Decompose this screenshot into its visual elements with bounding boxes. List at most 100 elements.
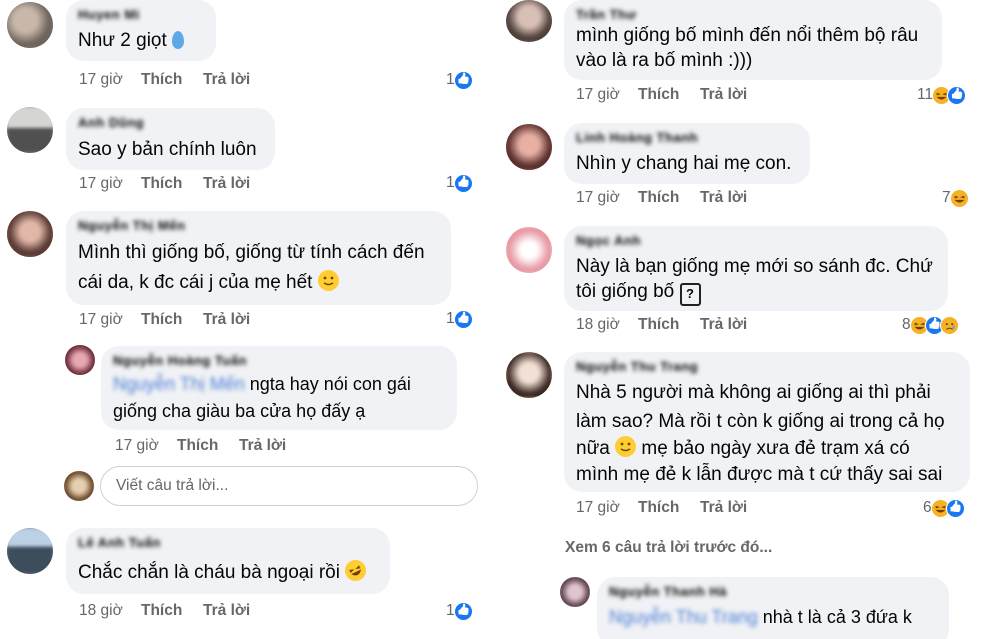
reply-time[interactable]: 17 giờ [115, 437, 177, 455]
reaction-summary[interactable]: 1 [446, 69, 473, 91]
reply-button[interactable]: Trả lời [203, 71, 250, 89]
comment-actions: 17 giờ Thích Trả lời [576, 86, 747, 104]
like-reaction-icon [453, 173, 473, 193]
mention-link[interactable]: Nguyễn Thu Trang [609, 607, 758, 627]
comment-text: Như 2 giọt [78, 30, 167, 51]
comment-actions: 17 giờ Thích Trả lời [576, 189, 747, 207]
rofl-emoji-icon [341, 556, 370, 585]
like-button[interactable]: Thích [141, 71, 203, 89]
reply-button[interactable]: Trả lời [239, 437, 286, 455]
like-button[interactable]: Thích [638, 316, 700, 334]
like-button[interactable]: Thích [141, 602, 203, 620]
comment-author[interactable]: Nguyễn Thị Mến [78, 218, 185, 233]
reaction-summary[interactable]: 6 [923, 497, 965, 519]
comment-bubble: Huyen Mi Như 2 giọt [66, 0, 216, 61]
reply-button[interactable]: Trả lời [203, 602, 250, 620]
avatar[interactable] [506, 227, 552, 273]
view-previous-replies-link[interactable]: Xem 6 câu trả lời trước đó... [565, 539, 772, 557]
comment-text-line: mẹ bảo ngày xưa đẻ trạm xá có [636, 438, 910, 459]
comment-time[interactable]: 17 giờ [576, 86, 638, 104]
comment-text: Chắc chắn là cháu bà ngoại rồi [78, 562, 340, 583]
comment-text: Sao y bản chính luôn [78, 139, 257, 160]
comment-author[interactable]: Linh Hoàng Thanh [576, 130, 698, 145]
comment-author[interactable]: Anh Dũng [78, 115, 144, 130]
comment-text-line: Mình thì giống bố, giống từ tính cách đế… [78, 242, 425, 263]
avatar[interactable] [7, 107, 53, 153]
sad-reaction-icon [939, 315, 959, 335]
avatar[interactable] [506, 0, 552, 42]
reply-author[interactable]: Nguyễn Hoàng Tuấn [113, 353, 247, 368]
like-reaction-icon [453, 70, 473, 90]
comment-time[interactable]: 18 giờ [79, 602, 141, 620]
comment-actions: 17 giờ Thích Trả lời [79, 71, 250, 89]
comment-time[interactable]: 17 giờ [576, 189, 638, 207]
reply-input[interactable]: Viết câu trả lời... [100, 466, 478, 506]
comment-actions: 17 giờ Thích Trả lời [576, 499, 747, 517]
reply-button[interactable]: Trả lời [203, 311, 250, 329]
reaction-summary[interactable]: 11 [917, 84, 967, 106]
like-button[interactable]: Thích [177, 437, 239, 455]
reaction-summary[interactable]: 7 [942, 187, 969, 209]
comment-actions: 17 giờ Thích Trả lời [79, 311, 250, 329]
reaction-summary[interactable]: 1 [446, 600, 473, 622]
unsupported-emoji-icon: ? [679, 283, 701, 306]
comment-actions: 17 giờ Thích Trả lời [79, 175, 250, 193]
avatar[interactable] [506, 124, 552, 170]
comment-bubble: Ngọc Anh Này là bạn giống mẹ mới so sánh… [564, 226, 948, 311]
comment-author[interactable]: Huyen Mi [78, 7, 140, 22]
comment-author[interactable]: Lê Anh Tuấn [78, 535, 161, 550]
reaction-summary[interactable]: 8 [902, 314, 959, 336]
avatar[interactable] [506, 352, 552, 398]
reply-author[interactable]: Nguyễn Thanh Hà [609, 584, 727, 599]
reply-button[interactable]: Trả lời [700, 499, 747, 517]
like-reaction-icon [947, 85, 967, 105]
droplet-emoji-icon [172, 31, 185, 49]
comment-text-line: làm sao? Mà rồi t còn k giống ai trong c… [576, 411, 945, 432]
reaction-summary[interactable]: 1 [446, 308, 473, 330]
avatar[interactable] [7, 528, 53, 574]
comment-author[interactable]: Ngọc Anh [576, 233, 641, 248]
reply-button[interactable]: Trả lời [203, 175, 250, 193]
mention-link[interactable]: Nguyễn Thị Mến [113, 374, 245, 394]
reply-text: nhà t là cả 3 đứa k [757, 607, 912, 627]
reaction-summary[interactable]: 1 [446, 172, 473, 194]
like-reaction-icon [453, 309, 473, 329]
left-screenshot-panel: Huyen Mi Như 2 giọt 17 giờ Thích Trả lời 1… [0, 0, 492, 639]
avatar[interactable] [65, 345, 95, 375]
comment-time[interactable]: 17 giờ [79, 175, 141, 193]
avatar[interactable] [7, 2, 53, 48]
like-button[interactable]: Thích [141, 311, 203, 329]
comment-text-line: Nhà 5 người mà không ai giống ai thì phả… [576, 382, 931, 403]
comment-time[interactable]: 18 giờ [576, 316, 638, 334]
avatar[interactable] [7, 211, 53, 257]
like-button[interactable]: Thích [638, 189, 700, 207]
like-button[interactable]: Thích [141, 175, 203, 193]
comment-text: Nhìn y chang hai mẹ con. [576, 153, 792, 174]
comment-bubble: Anh Dũng Sao y bản chính luôn [66, 108, 275, 170]
comment-author[interactable]: Nguyễn Thu Trang [576, 359, 698, 374]
reply-button[interactable]: Trả lời [700, 86, 747, 104]
reply-bubble: Nguyễn Hoàng Tuấn Nguyễn Thị Mến ngta ha… [101, 346, 457, 430]
like-button[interactable]: Thích [638, 499, 700, 517]
right-screenshot-panel: Trần Thư mình giống bố mình đến nổi thêm… [494, 0, 987, 639]
current-user-avatar [64, 471, 94, 501]
slight-smile-emoji-icon [317, 270, 339, 291]
reply-bubble: Nguyễn Thanh Hà Nguyễn Thu Trang nhà t l… [597, 577, 949, 639]
slight-smile-emoji-icon [615, 436, 637, 457]
comment-time[interactable]: 17 giờ [576, 499, 638, 517]
reply-button[interactable]: Trả lời [700, 316, 747, 334]
like-button[interactable]: Thích [638, 86, 700, 104]
comment-bubble: Linh Hoàng Thanh Nhìn y chang hai mẹ con… [564, 123, 810, 184]
comment-time[interactable]: 17 giờ [79, 71, 141, 89]
comment-bubble: Trần Thư mình giống bố mình đến nổi thêm… [564, 0, 942, 80]
haha-reaction-icon [949, 188, 969, 208]
comment-time[interactable]: 17 giờ [79, 311, 141, 329]
reply-button[interactable]: Trả lời [700, 189, 747, 207]
comment-text-line: vào là ra bố mình :))) [576, 50, 753, 71]
comment-text-line: cái da, k đc cái j của mẹ hết [78, 272, 313, 293]
comment-text-line: mình mẹ đẻ k lẫn được mà t cứ thấy sai s… [576, 464, 943, 485]
comment-bubble: Nguyễn Thị Mến Mình thì giống bố, giống … [66, 211, 451, 305]
avatar[interactable] [560, 577, 590, 607]
comment-author[interactable]: Trần Thư [576, 7, 636, 22]
comment-bubble: Nguyễn Thu Trang Nhà 5 người mà không ai… [564, 352, 970, 492]
